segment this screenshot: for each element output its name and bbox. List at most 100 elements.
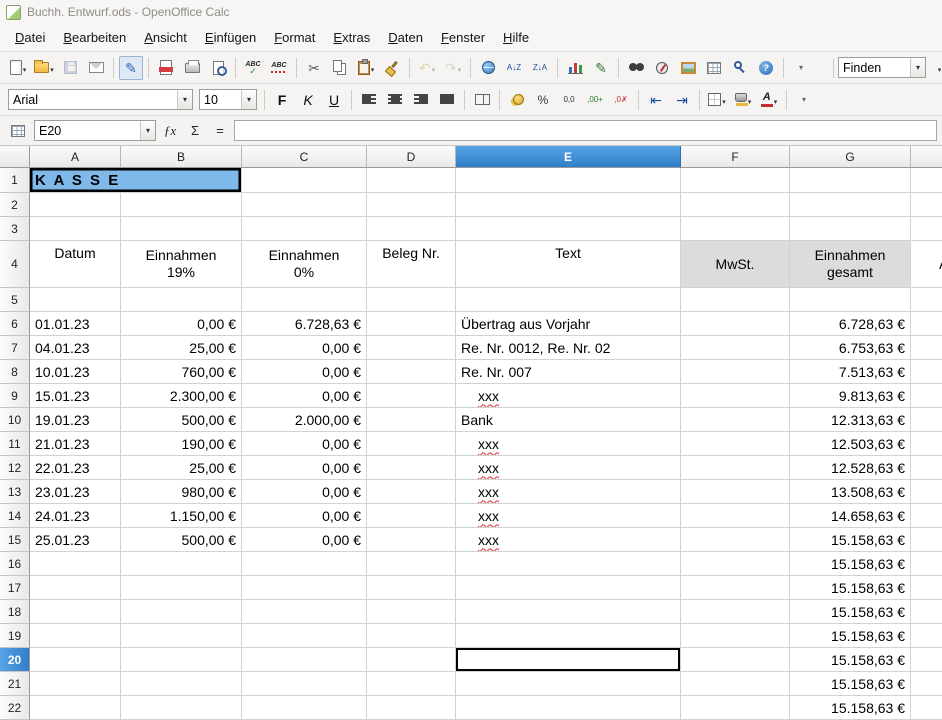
cell-B18[interactable]: [121, 600, 242, 624]
cell-H11[interactable]: [911, 432, 942, 456]
cell-C14[interactable]: 0,00 €: [242, 504, 367, 528]
copy-button[interactable]: [328, 56, 352, 80]
cell-F6[interactable]: [681, 312, 790, 336]
find-replace-button[interactable]: [624, 56, 648, 80]
find-dropdown-icon[interactable]: [910, 58, 925, 77]
cell-F4[interactable]: MwSt.: [681, 241, 790, 288]
name-box[interactable]: [34, 120, 156, 141]
decrease-indent-button[interactable]: ⇤: [644, 88, 668, 112]
cell-G6[interactable]: 6.728,63 €: [790, 312, 911, 336]
export-pdf-button[interactable]: [154, 56, 178, 80]
cell-C20[interactable]: [242, 648, 367, 672]
cell-C18[interactable]: [242, 600, 367, 624]
cell-C21[interactable]: [242, 672, 367, 696]
cell-F19[interactable]: [681, 624, 790, 648]
cell-G11[interactable]: 12.503,63 €: [790, 432, 911, 456]
cell-G13[interactable]: 13.508,63 €: [790, 480, 911, 504]
cell-G15[interactable]: 15.158,63 €: [790, 528, 911, 552]
cell-E20[interactable]: [456, 648, 681, 672]
cell-H22[interactable]: [911, 696, 942, 720]
font-name-dropdown-icon[interactable]: [177, 90, 192, 109]
cell-A22[interactable]: [30, 696, 121, 720]
cell-A10[interactable]: 19.01.23: [30, 408, 121, 432]
row-header-1[interactable]: 1: [0, 168, 30, 193]
cell-F5[interactable]: [681, 288, 790, 312]
email-document-button[interactable]: [84, 56, 108, 80]
menu-datei[interactable]: Datei: [6, 25, 54, 50]
cell-H12[interactable]: [911, 456, 942, 480]
cell-D21[interactable]: [367, 672, 456, 696]
cell-D14[interactable]: [367, 504, 456, 528]
cell-D20[interactable]: [367, 648, 456, 672]
cell-G3[interactable]: [790, 217, 911, 241]
cell-B22[interactable]: [121, 696, 242, 720]
cell-D9[interactable]: [367, 384, 456, 408]
cell-F15[interactable]: [681, 528, 790, 552]
font-name-combobox[interactable]: [8, 89, 193, 110]
row-header-12[interactable]: 12: [0, 456, 30, 480]
cell-E11[interactable]: xxx: [456, 432, 681, 456]
cell-B8[interactable]: 760,00 €: [121, 360, 242, 384]
background-color-button[interactable]: [731, 88, 755, 112]
cell-G12[interactable]: 12.528,63 €: [790, 456, 911, 480]
cell-D12[interactable]: [367, 456, 456, 480]
menu-fenster[interactable]: Fenster: [432, 25, 494, 50]
cell-A21[interactable]: [30, 672, 121, 696]
cell-G7[interactable]: 6.753,63 €: [790, 336, 911, 360]
auto-spellcheck-button[interactable]: [267, 56, 291, 80]
cell-A5[interactable]: [30, 288, 121, 312]
font-color-button[interactable]: [757, 88, 781, 112]
cell-C12[interactable]: 0,00 €: [242, 456, 367, 480]
cell-E21[interactable]: [456, 672, 681, 696]
align-left-button[interactable]: [357, 88, 381, 112]
cell-A8[interactable]: 10.01.23: [30, 360, 121, 384]
underline-button[interactable]: U: [322, 88, 346, 112]
row-header-19[interactable]: 19: [0, 624, 30, 648]
cell-B14[interactable]: 1.150,00 €: [121, 504, 242, 528]
cell-E4[interactable]: Text: [456, 241, 681, 288]
cell-G8[interactable]: 7.513,63 €: [790, 360, 911, 384]
column-header-C[interactable]: C: [242, 146, 367, 168]
add-decimal-button[interactable]: ,00+: [583, 88, 607, 112]
cell-E7[interactable]: Re. Nr. 0012, Re. Nr. 02: [456, 336, 681, 360]
draw-functions-button[interactable]: ✎: [589, 56, 613, 80]
row-header-17[interactable]: 17: [0, 576, 30, 600]
row-header-9[interactable]: 9: [0, 384, 30, 408]
cell-B12[interactable]: 25,00 €: [121, 456, 242, 480]
cell-F11[interactable]: [681, 432, 790, 456]
align-right-button[interactable]: [409, 88, 433, 112]
cell-D11[interactable]: [367, 432, 456, 456]
cell-E12[interactable]: xxx: [456, 456, 681, 480]
cell-A4[interactable]: Datum: [30, 241, 121, 288]
cell-A16[interactable]: [30, 552, 121, 576]
font-size-combobox[interactable]: [199, 89, 257, 110]
cell-D15[interactable]: [367, 528, 456, 552]
cell-C8[interactable]: 0,00 €: [242, 360, 367, 384]
page-preview-button[interactable]: [206, 56, 230, 80]
cell-G21[interactable]: 15.158,63 €: [790, 672, 911, 696]
cell-G2[interactable]: [790, 193, 911, 217]
cell-H19[interactable]: [911, 624, 942, 648]
function-wizard-button[interactable]: ƒx: [159, 123, 181, 139]
cell-F7[interactable]: [681, 336, 790, 360]
cell-D4[interactable]: Beleg Nr.: [367, 241, 456, 288]
row-header-15[interactable]: 15: [0, 528, 30, 552]
cell-C2[interactable]: [242, 193, 367, 217]
cell-F21[interactable]: [681, 672, 790, 696]
row-header-7[interactable]: 7: [0, 336, 30, 360]
row-header-11[interactable]: 11: [0, 432, 30, 456]
cell-A17[interactable]: [30, 576, 121, 600]
sort-descending-button[interactable]: Z↓A: [528, 56, 552, 80]
cell-G1[interactable]: [790, 168, 911, 193]
cell-B17[interactable]: [121, 576, 242, 600]
standard-toolbar-options-button[interactable]: ▾: [789, 56, 813, 80]
cell-B4[interactable]: Einnahmen 19%: [121, 241, 242, 288]
cell-B5[interactable]: [121, 288, 242, 312]
cell-C15[interactable]: 0,00 €: [242, 528, 367, 552]
cell-H13[interactable]: [911, 480, 942, 504]
menu-hilfe[interactable]: Hilfe: [494, 25, 538, 50]
cell-E8[interactable]: Re. Nr. 007: [456, 360, 681, 384]
cell-E22[interactable]: [456, 696, 681, 720]
cell-G16[interactable]: 15.158,63 €: [790, 552, 911, 576]
redo-button[interactable]: ↷: [441, 56, 465, 80]
